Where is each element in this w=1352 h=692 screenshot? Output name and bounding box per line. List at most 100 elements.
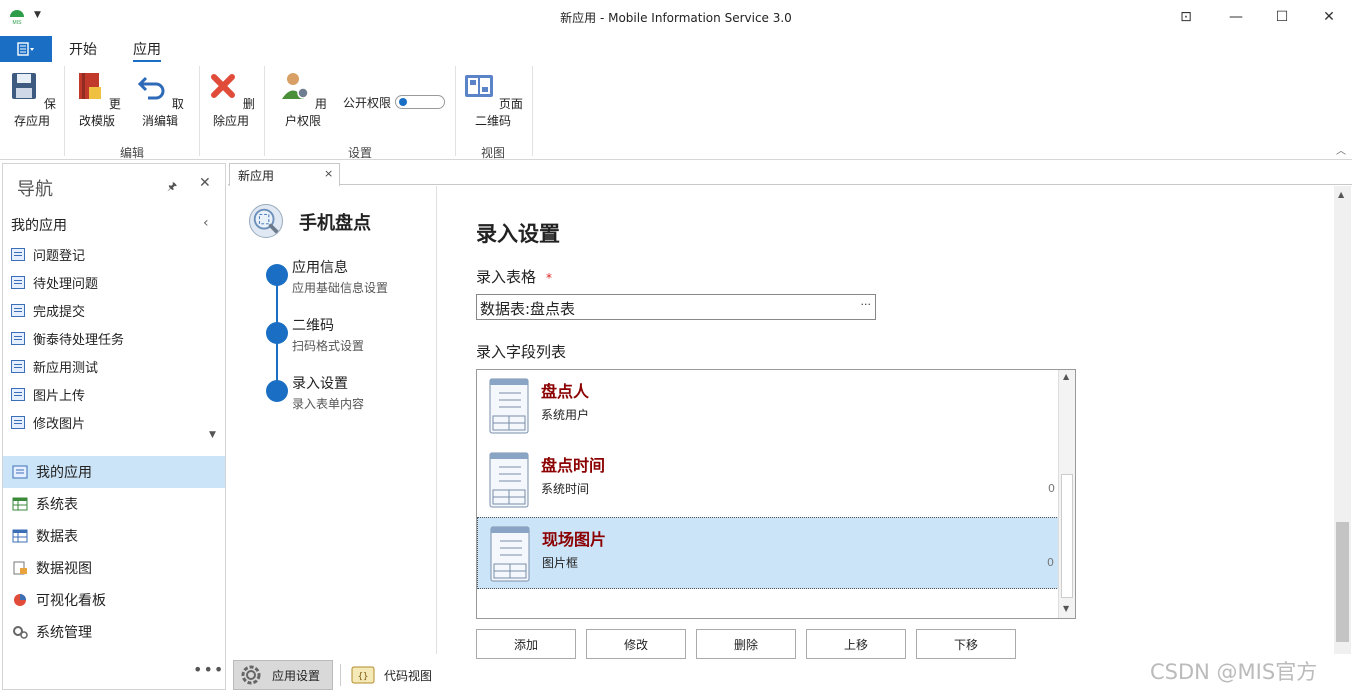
tab-close-icon[interactable]: × — [324, 167, 333, 180]
table-select-input[interactable]: 数据表:盘点表 ··· — [476, 294, 876, 320]
gear-icon — [241, 665, 261, 685]
collapse-section-icon[interactable]: ‹ — [203, 215, 209, 231]
nav-app-item[interactable]: 完成提交 — [11, 300, 85, 320]
ribbon-toolbar: 保存应用 更改模版 取消编辑 删除应用 用户权限 公开权限 页面二维码 编辑 设… — [0, 62, 1352, 160]
nav-close-icon[interactable]: ✕ — [199, 175, 211, 191]
group-label-settings: 设置 — [348, 146, 373, 160]
user-permission-button[interactable]: 用户权限 — [279, 70, 327, 129]
app-list: 问题登记 待处理问题 完成提交 衡泰待处理任务 新应用测试 图片上传 修改图片 — [3, 244, 225, 446]
ribbon-separator — [64, 66, 65, 156]
field-list-item[interactable]: 盘点时间 系统时间 0 — [477, 444, 1059, 516]
nav-app-item[interactable]: 待处理问题 — [11, 272, 98, 292]
nav-category-data-views[interactable]: 数据视图 — [3, 552, 225, 584]
add-field-button[interactable]: 添加 — [476, 629, 576, 659]
nav-more-icon[interactable]: ••• — [193, 660, 224, 679]
undo-icon — [137, 76, 165, 100]
tab-start[interactable]: 开始 — [69, 39, 97, 59]
maximize-button[interactable]: ☐ — [1259, 0, 1305, 34]
form-field-icon — [489, 378, 529, 434]
tab-application[interactable]: 应用 — [133, 39, 161, 62]
step-title[interactable]: 应用信息 — [292, 257, 348, 277]
data-view-icon — [13, 561, 27, 575]
pin-icon[interactable]: 🖈 — [167, 178, 177, 197]
form-icon — [11, 415, 25, 429]
nav-category-dashboards[interactable]: 可视化看板 — [3, 584, 225, 616]
nav-scroll-down-icon[interactable]: ▼ — [209, 430, 216, 440]
browse-icon[interactable]: ··· — [861, 298, 872, 311]
title-bar: MIS ▼ 新应用 - Mobile Information Service 3… — [0, 0, 1352, 34]
close-window-button[interactable]: ✕ — [1306, 0, 1352, 34]
user-gear-icon — [282, 73, 309, 99]
nav-section-title: 我的应用 — [11, 218, 67, 234]
ribbon-separator — [199, 66, 200, 156]
form-icon — [11, 359, 25, 373]
form-icon — [11, 303, 25, 317]
app-settings-tab[interactable]: 应用设置 — [233, 660, 333, 690]
step-dot[interactable] — [266, 380, 288, 402]
save-app-button[interactable]: 保存应用 — [8, 70, 56, 129]
form-icon — [11, 275, 25, 289]
nav-app-item[interactable]: 修改图片 — [11, 412, 85, 432]
nav-category-system-admin[interactable]: 系统管理 — [3, 616, 225, 648]
page-qrcode-button[interactable]: 页面二维码 — [463, 70, 523, 129]
fields-label: 录入字段列表 — [476, 343, 567, 361]
form-icon — [12, 465, 28, 479]
move-up-button[interactable]: 上移 — [806, 629, 906, 659]
form-field-icon — [489, 452, 529, 508]
table-label: 录入表格 * — [476, 268, 553, 286]
field-type: 图片框 — [542, 556, 579, 570]
public-permission-toggle[interactable] — [395, 95, 445, 109]
group-label-view: 视图 — [481, 146, 506, 160]
delete-app-button[interactable]: 删除应用 — [207, 70, 255, 129]
change-template-button[interactable]: 更改模版 — [72, 70, 122, 129]
minimize-button[interactable]: — — [1213, 0, 1259, 34]
app-name: 手机盘点 — [299, 213, 371, 234]
edit-field-button[interactable]: 修改 — [586, 629, 686, 659]
step-dot[interactable] — [266, 264, 288, 286]
delete-x-icon — [211, 74, 236, 98]
step-dot[interactable] — [266, 322, 288, 344]
watermark: CSDN @MIS官方 — [1150, 660, 1318, 684]
scroll-down-icon[interactable]: ▼ — [1063, 604, 1069, 613]
nav-app-item[interactable]: 图片上传 — [11, 384, 85, 404]
ribbon-separator — [264, 66, 265, 156]
field-list-scrollbar[interactable]: ▲ ▼ — [1058, 370, 1075, 618]
step-title[interactable]: 录入设置 — [292, 373, 348, 393]
file-menu-icon — [17, 42, 34, 56]
nav-category-system-tables[interactable]: 系统表 — [3, 488, 225, 520]
restore-layout-icon[interactable]: ⊡ — [1163, 0, 1209, 34]
scroll-up-icon[interactable]: ▲ — [1063, 372, 1069, 381]
form-icon — [11, 387, 25, 401]
delete-field-button[interactable]: 删除 — [696, 629, 796, 659]
nav-app-item[interactable]: 衡泰待处理任务 — [11, 328, 124, 348]
template-book-icon — [79, 73, 102, 99]
ribbon-separator — [532, 66, 533, 156]
gears-icon — [13, 626, 28, 639]
field-list-item[interactable]: 盘点人 系统用户 — [477, 370, 1059, 442]
scan-magnifier-icon — [249, 204, 283, 238]
pie-chart-icon — [14, 594, 26, 606]
window-title: 新应用 - Mobile Information Service 3.0 — [560, 11, 792, 25]
code-view-tab[interactable]: {} 代码视图 — [346, 660, 446, 690]
document-tab-bar — [228, 163, 1352, 185]
step-subtitle: 录入表单内容 — [292, 397, 365, 411]
scroll-up-icon[interactable]: ▲ — [1338, 190, 1344, 199]
code-view-icon: {} — [351, 666, 375, 684]
nav-app-item[interactable]: 问题登记 — [11, 244, 85, 264]
group-label-edit: 编辑 — [120, 146, 145, 160]
file-menu-button[interactable] — [0, 36, 52, 62]
field-list-item[interactable]: 现场图片 图片框 0 — [477, 517, 1059, 589]
cancel-edit-button[interactable]: 取消编辑 — [136, 70, 184, 129]
move-down-button[interactable]: 下移 — [916, 629, 1016, 659]
nav-title: 导航 — [17, 179, 53, 200]
scrollbar-thumb[interactable] — [1061, 474, 1073, 598]
section-heading: 录入设置 — [476, 221, 560, 246]
field-name: 现场图片 — [542, 530, 607, 549]
main-scrollbar[interactable]: ▲ — [1334, 186, 1351, 654]
scrollbar-thumb[interactable] — [1336, 522, 1349, 642]
step-title[interactable]: 二维码 — [292, 315, 334, 335]
nav-app-item[interactable]: 新应用测试 — [11, 356, 98, 376]
nav-category-my-apps[interactable]: 我的应用 — [3, 456, 225, 488]
nav-category-data-tables[interactable]: 数据表 — [3, 520, 225, 552]
collapse-ribbon-icon[interactable]: ︿ — [1336, 142, 1346, 157]
